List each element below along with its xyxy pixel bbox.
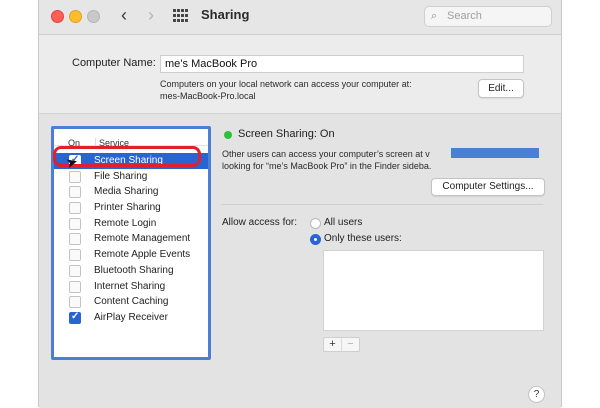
only-these-users-label[interactable]: Only these users: [324, 233, 402, 244]
add-remove-control: + − [323, 337, 360, 352]
service-label: Content Caching [94, 296, 169, 308]
search-input[interactable]: ⌕ Search [424, 6, 552, 27]
services-header: On Service [54, 129, 208, 148]
window-title: Sharing [201, 7, 250, 22]
remove-user-button[interactable]: − [341, 338, 359, 351]
close-window-button[interactable] [51, 10, 64, 23]
only-these-users-radio[interactable] [310, 234, 321, 245]
service-status: Screen Sharing: On [238, 128, 335, 140]
service-checkbox[interactable] [69, 296, 81, 309]
service-row[interactable]: Remote Login [54, 216, 208, 232]
forward-chevron-icon[interactable]: › [141, 6, 161, 26]
sharing-content: On Service Screen Sharing File Sharing Med… [39, 113, 561, 408]
service-row[interactable]: Media Sharing [54, 184, 208, 200]
service-checkbox[interactable] [69, 264, 81, 277]
column-on-header: On [68, 138, 81, 148]
computer-name-label: Computer Name: [72, 57, 156, 69]
service-checkbox[interactable] [69, 217, 81, 230]
service-label: Internet Sharing [94, 280, 166, 292]
search-icon: ⌕ [431, 10, 438, 22]
service-label: AirPlay Receiver [94, 311, 168, 323]
edit-button[interactable]: Edit... [478, 79, 524, 98]
service-label: Printer Sharing [94, 202, 161, 214]
computer-settings-button[interactable]: Computer Settings... [431, 178, 545, 196]
service-row[interactable]: AirPlay Receiver [54, 310, 208, 326]
services-rows: Screen Sharing File Sharing Media Sharing P… [54, 153, 208, 326]
column-service-header: Service [95, 138, 129, 148]
selection-highlight [451, 148, 539, 158]
all-users-label[interactable]: All users [324, 217, 362, 228]
service-checkbox[interactable] [69, 249, 81, 262]
computer-name-field[interactable]: me’s MacBook Pro [160, 55, 524, 73]
service-row[interactable]: Printer Sharing [54, 200, 208, 216]
service-row[interactable]: Content Caching [54, 294, 208, 310]
service-checkbox[interactable] [69, 170, 81, 183]
service-label: Media Sharing [94, 186, 159, 198]
service-label: File Sharing [94, 170, 148, 182]
local-hostname: mes-MacBook-Pro.local [160, 91, 256, 101]
service-label: Remote Apple Events [94, 249, 191, 261]
service-checkbox[interactable] [69, 233, 81, 246]
allow-access-label: Allow access for: [222, 217, 298, 228]
service-checkbox[interactable] [69, 186, 81, 199]
help-button[interactable]: ? [528, 386, 545, 403]
search-placeholder: Search [447, 10, 482, 22]
title-bar: ‹ › Sharing ⌕ Search [39, 0, 561, 35]
service-row[interactable]: Internet Sharing [54, 279, 208, 295]
service-checkbox[interactable] [69, 202, 81, 215]
zoom-window-button[interactable] [87, 10, 100, 23]
computer-name-note: Computers on your local network can acce… [160, 78, 460, 102]
back-chevron-icon[interactable]: ‹ [114, 6, 134, 26]
service-row[interactable]: Remote Apple Events [54, 247, 208, 263]
show-all-grid-icon[interactable] [173, 9, 189, 23]
minimize-window-button[interactable] [69, 10, 82, 23]
description-line: looking for “me’s MacBook Pro” in the Fi… [222, 161, 432, 171]
divider [221, 204, 543, 205]
service-row[interactable]: Bluetooth Sharing [54, 263, 208, 279]
status-indicator [224, 131, 232, 139]
users-list[interactable] [323, 250, 544, 331]
service-checkbox[interactable] [69, 280, 81, 293]
service-label: Bluetooth Sharing [94, 264, 174, 276]
computer-name-section: Computer Name: me’s MacBook Pro Computer… [39, 35, 561, 113]
service-checkbox[interactable] [69, 311, 81, 324]
network-note-line: Computers on your local network can acce… [160, 79, 412, 89]
service-label: Remote Management [94, 233, 191, 245]
service-label: Screen Sharing [94, 155, 163, 166]
service-label: Remote Login [94, 217, 157, 229]
service-row[interactable]: Remote Management [54, 231, 208, 247]
sharing-window: ‹ › Sharing ⌕ Search Computer Name: me’s… [38, 0, 562, 408]
all-users-radio[interactable] [310, 218, 321, 229]
service-row[interactable]: File Sharing [54, 169, 208, 185]
add-user-button[interactable]: + [324, 338, 341, 351]
